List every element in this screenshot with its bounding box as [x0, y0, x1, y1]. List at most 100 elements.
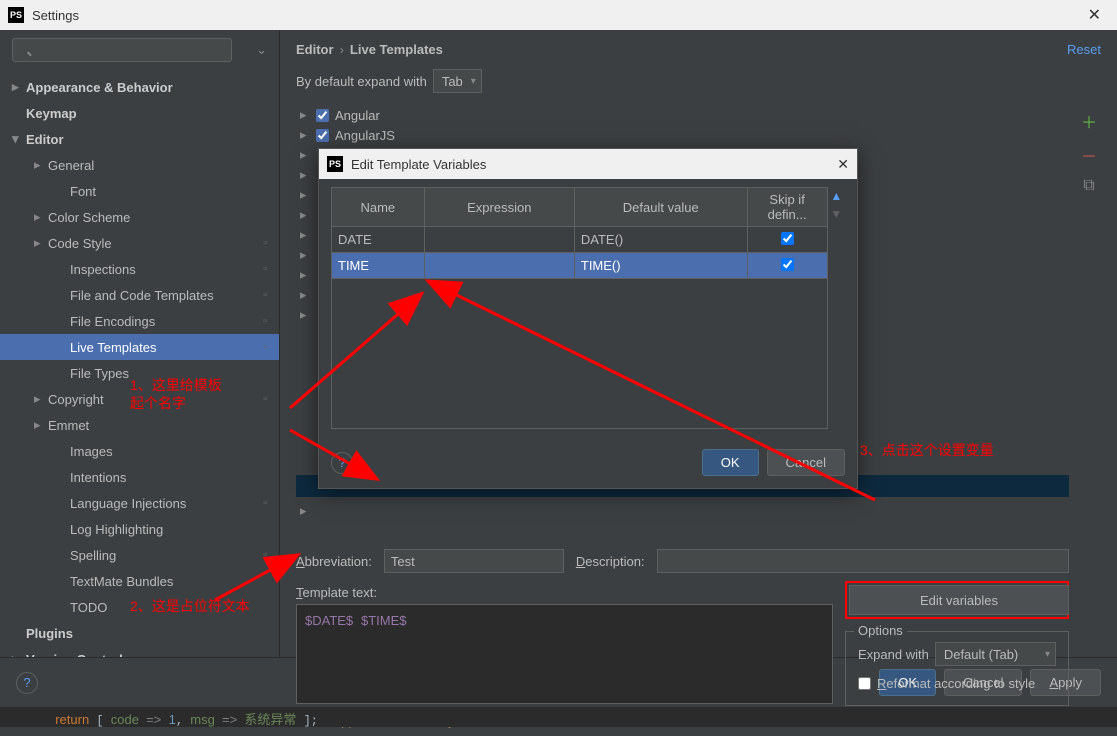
settings-tree[interactable]: Appearance & BehaviorKeymap Editor General… [0, 70, 279, 657]
tree-item-file-and-code-templates[interactable]: File and Code Templates▫ [0, 282, 279, 308]
tree-item-version-control[interactable]: Version Control▫ [0, 646, 279, 657]
tree-item-label: Intentions [70, 470, 126, 485]
project-scope-icon: ▫ [263, 653, 267, 657]
tree-item-plugins[interactable]: Plugins [0, 620, 279, 646]
skip-checkbox[interactable] [781, 232, 794, 245]
expand-label: By default expand with [296, 74, 427, 89]
remove-icon[interactable]: － [1081, 143, 1097, 167]
tree-item-todo[interactable]: TODO [0, 594, 279, 620]
col-expression: Expression [424, 188, 574, 227]
options-legend: Options [854, 623, 907, 638]
table-row[interactable]: TIMETIME() [332, 253, 828, 279]
chevron-right-icon [34, 209, 44, 225]
tree-item-textmate-bundles[interactable]: TextMate Bundles [0, 568, 279, 594]
tree-item-inspections[interactable]: Inspections ▫ [0, 256, 279, 282]
reformat-label: Reformat according to style [877, 676, 1035, 691]
dialog-close-icon[interactable]: ✕ [837, 156, 849, 173]
project-scope-icon: ▫ [263, 393, 267, 405]
project-scope-icon: ▫ [263, 263, 267, 275]
tree-item-label: Language Injections [70, 496, 186, 511]
tree-item-code-style[interactable]: Code Style ▫ [0, 230, 279, 256]
tree-item-editor[interactable]: Editor [0, 126, 279, 152]
abbreviation-label: AAbbreviation:bbreviation: [296, 554, 372, 569]
project-scope-icon: ▫ [263, 315, 267, 327]
chevron-right-icon: ▸ [300, 107, 310, 123]
breadcrumb-livetemplates: Live Templates [350, 42, 443, 57]
chevron-right-icon: ▸ [300, 127, 310, 143]
copy-icon[interactable]: ⧉ [1083, 177, 1094, 195]
background-code: return [ code => 1, msg => 系统异常 ]; [0, 707, 1117, 727]
project-scope-icon: ▫ [263, 497, 267, 509]
chevron-right-icon: › [340, 42, 344, 57]
tree-item-spelling[interactable]: Spelling▫ [0, 542, 279, 568]
tree-item-font[interactable]: Font [0, 178, 279, 204]
tree-item-appearance-behavior[interactable]: Appearance & Behavior [0, 74, 279, 100]
chevron-right-icon [34, 391, 44, 407]
template-group-angularjs[interactable]: ▸ AngularJS [296, 125, 1069, 145]
group-label: Angular [335, 108, 380, 123]
tree-item-live-templates[interactable]: Live Templates▫ [0, 334, 279, 360]
variables-table[interactable]: Name Expression Default value Skip if de… [331, 187, 828, 429]
tree-item-label: Code Style [48, 236, 112, 251]
tree-item-label: Editor [26, 132, 64, 147]
group-checkbox[interactable] [316, 109, 329, 122]
tree-item-label: Plugins [26, 626, 73, 641]
add-icon[interactable]: ＋ [1081, 109, 1097, 133]
chevron-down-icon [12, 131, 22, 147]
dialog-title: Edit Template Variables [351, 157, 486, 172]
tree-item-keymap[interactable]: Keymap [0, 100, 279, 126]
expand-with-dropdown[interactable]: Default (Tab) [935, 642, 1056, 666]
help-icon[interactable]: ? [331, 452, 353, 474]
description-label: Description: [576, 554, 645, 569]
tree-item-label: General [48, 158, 94, 173]
chevron-right-icon [12, 651, 22, 657]
dialog-ok-button[interactable]: OK [702, 449, 759, 476]
tree-item-label: Color Scheme [48, 210, 130, 225]
tree-item-intentions[interactable]: Intentions [0, 464, 279, 490]
search-history-icon[interactable]: ⌄ [256, 42, 267, 58]
reformat-checkbox[interactable] [858, 677, 871, 690]
col-name: Name [332, 188, 425, 227]
tree-item-color-scheme[interactable]: Color Scheme [0, 204, 279, 230]
chevron-right-icon [12, 79, 22, 95]
col-default: Default value [574, 188, 747, 227]
chevron-right-icon [34, 235, 44, 251]
tree-item-label: File Encodings [70, 314, 155, 329]
tree-item-file-encodings[interactable]: File Encodings ▫ [0, 308, 279, 334]
search-input[interactable] [12, 38, 232, 62]
tree-item-language-injections[interactable]: Language Injections ▫ [0, 490, 279, 516]
tree-item-label: Font [70, 184, 96, 199]
table-row[interactable]: DATEDATE() [332, 227, 828, 253]
close-icon[interactable]: ✕ [1080, 5, 1109, 25]
window-title: Settings [32, 8, 79, 23]
edit-variables-button[interactable]: Edit variables [849, 585, 1069, 615]
col-skip: Skip if defin... [747, 188, 827, 227]
template-group-angular[interactable]: ▸ Angular [296, 105, 1069, 125]
tree-item-label: Emmet [48, 418, 89, 433]
skip-checkbox[interactable] [781, 258, 794, 271]
dialog-cancel-button[interactable]: Cancel [767, 449, 845, 476]
tree-item-label: File and Code Templates [70, 288, 214, 303]
chevron-right-icon [34, 157, 44, 173]
expand-dropdown[interactable]: Tab [433, 69, 482, 93]
template-text-input[interactable]: $DATE$ $TIME$ [296, 604, 833, 704]
reset-link[interactable]: Reset [1067, 42, 1101, 57]
move-up-icon[interactable]: ▲ [830, 189, 842, 203]
tree-item-images[interactable]: Images [0, 438, 279, 464]
tree-item-log-highlighting[interactable]: Log Highlighting [0, 516, 279, 542]
expand-with-label: Expand with [858, 647, 929, 662]
tree-item-copyright[interactable]: Copyright▫ [0, 386, 279, 412]
project-scope-icon: ▫ [263, 237, 267, 249]
tree-item-file-types[interactable]: File Types [0, 360, 279, 386]
description-input[interactable] [657, 549, 1069, 573]
window-titlebar: PS Settings ✕ [0, 0, 1117, 30]
tree-item-general[interactable]: General [0, 152, 279, 178]
breadcrumb-editor: Editor [296, 42, 334, 57]
tree-item-emmet[interactable]: Emmet [0, 412, 279, 438]
move-down-icon[interactable]: ▼ [830, 207, 842, 221]
abbreviation-input[interactable] [384, 549, 564, 573]
tree-item-label: Inspections [70, 262, 136, 277]
group-checkbox[interactable] [316, 129, 329, 142]
tree-item-label: TODO [70, 600, 107, 615]
help-icon[interactable]: ? [16, 672, 38, 694]
